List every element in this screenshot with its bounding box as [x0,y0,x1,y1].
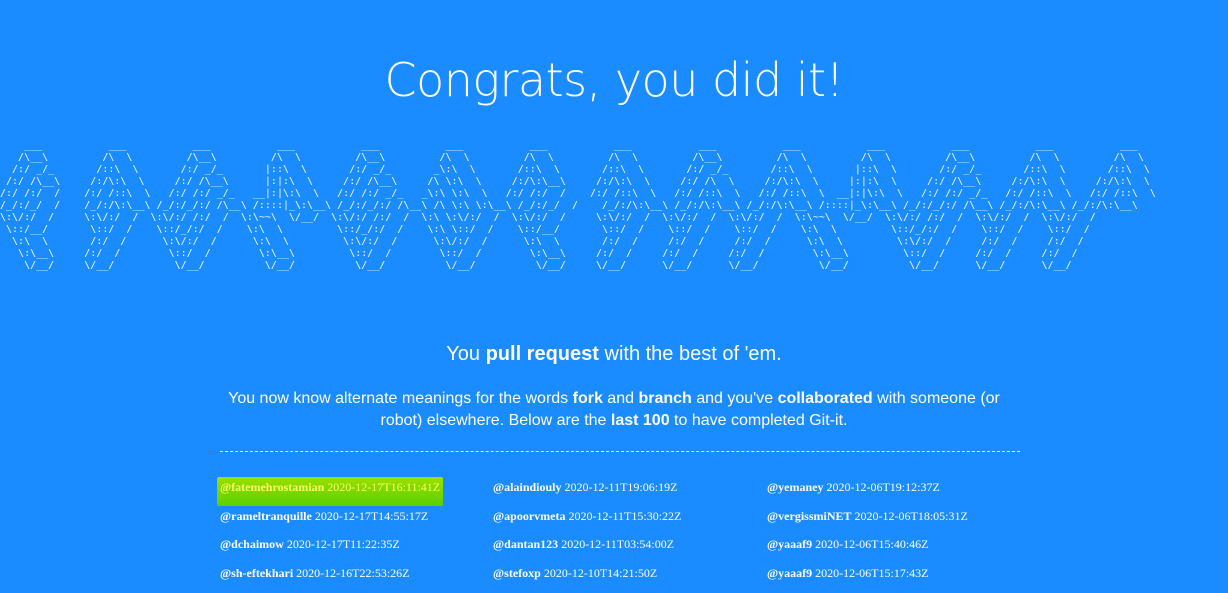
completion-date: 2020-12-17T14:55:17Z [314,508,429,523]
user-link[interactable]: @apoorvmeta [493,509,565,523]
user-link[interactable]: @dchaimow [220,537,284,551]
completion-entry: @rameltranquille 2020-12-17T14:55:17Z [220,506,493,535]
completion-date: 2020-12-10T14:21:50Z [543,565,658,580]
user-link[interactable]: @fatemehrostamian [220,480,324,494]
dashed-divider [220,451,1020,452]
completion-date: 2020-12-16T22:53:26Z [296,565,410,580]
tagline-prefix: You [446,343,486,365]
completion-entry: @apoorvmeta 2020-12-11T15:30:22Z [493,506,767,535]
description-bold-collaborated: collaborated [777,390,873,407]
tagline: You pull request with the best of 'em. [0,340,1228,368]
completion-date: 2020-12-17T11:22:35Z [286,537,400,551]
completion-date: 2020-12-11T03:54:00Z [561,537,675,551]
congrats-page: Congrats, you did it! ___ ___ ___ ___ __… [0,0,1228,593]
completion-entry: @yaaaf9 2020-12-06T15:17:43Z [767,563,1040,592]
user-link[interactable]: @stefoxp [493,566,541,580]
completion-date: 2020-12-06T19:12:37Z [826,480,940,494]
tagline-bold: pull request [485,343,599,365]
user-link[interactable]: @rameltranquille [220,509,312,523]
completion-date: 2020-12-06T15:40:46Z [815,537,929,551]
description-text-2: and [602,390,639,407]
user-link[interactable]: @dantan123 [493,537,558,551]
completion-date: 2020-12-06T18:05:31Z [854,508,968,523]
completion-entry: @alaindiouly 2020-12-11T19:06:19Z [493,477,767,506]
completion-date: 2020-12-06T15:17:43Z [815,565,929,580]
completion-entry: @dantan123 2020-12-11T03:54:00Z [493,534,767,563]
description-bold-branch: branch [638,390,692,407]
completion-entry: @fatemehrostamian 2020-12-17T16:11:41Z [217,477,444,506]
description: You now know alternate meanings for the … [210,388,1018,432]
completion-date: 2020-12-11T15:30:22Z [568,508,682,523]
user-link[interactable]: @sh-eftekhari [220,566,293,580]
completion-entry: @vergissmiNET 2020-12-06T18:05:31Z [767,506,1040,535]
description-text-3: and you've [691,390,778,407]
completion-date: 2020-12-11T19:06:19Z [564,480,678,494]
user-link[interactable]: @yemaney [767,480,823,494]
ascii-art-banner: ___ ___ ___ ___ ___ ___ ___ ___ ___ ___ … [0,140,1156,271]
tagline-suffix: with the best of 'em. [598,343,782,365]
description-text-5: to have completed Git-it. [669,412,848,429]
completion-entry: @dchaimow 2020-12-17T11:22:35Z [220,534,493,563]
user-link[interactable]: @vergissmiNET [767,509,852,523]
page-title: Congrats, you did it! [384,53,844,107]
completion-entry: @yemaney 2020-12-06T19:12:37Z [767,477,1040,506]
user-link[interactable]: @alaindiouly [493,480,562,494]
completion-entry: @sh-eftekhari 2020-12-16T22:53:26Z [220,563,493,592]
completion-entry: @yaaaf9 2020-12-06T15:40:46Z [767,534,1040,563]
completion-entry: @stefoxp 2020-12-10T14:21:50Z [493,563,767,592]
description-text-1: You now know alternate meanings for the … [228,390,573,407]
completions-list: @fatemehrostamian 2020-12-17T16:11:41Z @… [217,477,1040,592]
description-bold-fork: fork [572,390,603,407]
user-link[interactable]: @yaaaf9 [767,537,812,551]
user-link[interactable]: @yaaaf9 [767,566,812,580]
description-bold-last-100: last 100 [610,412,670,429]
completion-date: 2020-12-17T16:11:41Z [327,480,441,494]
